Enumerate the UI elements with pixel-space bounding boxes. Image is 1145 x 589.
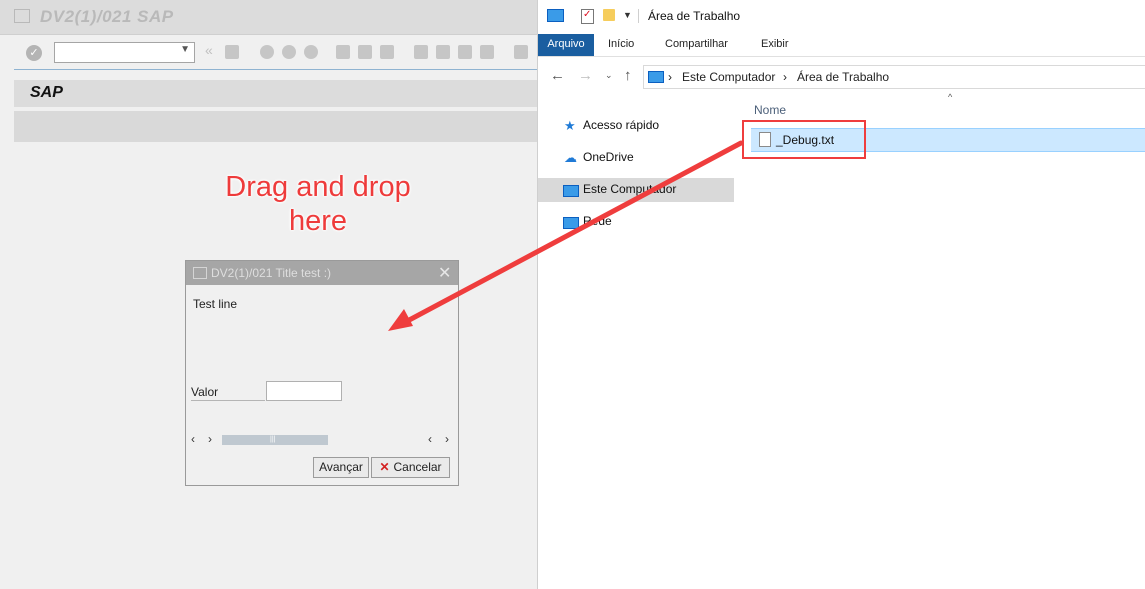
new-folder-icon[interactable] (603, 9, 615, 21)
close-icon[interactable]: ✕ (438, 263, 451, 283)
drag-drop-annotation: Drag and drop here (210, 170, 426, 238)
scrollbar-grip[interactable]: ||| (270, 436, 275, 443)
tab-compartilhar[interactable]: Compartilhar (665, 38, 728, 50)
explorer-title-bar: ✓ ▼ Área de Trabalho (538, 0, 1145, 34)
previous-page-icon[interactable] (436, 45, 450, 59)
forward-arrow-icon[interactable]: → (578, 67, 593, 84)
save-icon[interactable] (225, 45, 239, 59)
sidebar-item-label: Este Computador (583, 182, 677, 196)
annotation-line-1: Drag and drop (225, 171, 411, 203)
file-explorer-window: ✓ ▼ Área de Trabalho Arquivo Início Comp… (537, 0, 1145, 589)
sap-header-bar: SAP (14, 80, 537, 107)
ribbon-tabs: Arquivo Início Compartilhar Exibir (538, 34, 1145, 57)
computer-icon (547, 9, 564, 22)
print-icon[interactable] (336, 45, 350, 59)
address-bar[interactable]: › Este Computador › Área de Trabalho (643, 65, 1145, 89)
check-icon: ✓ (583, 9, 592, 20)
title-separator (638, 9, 639, 23)
page-title: SAP (30, 84, 63, 101)
column-header-nome[interactable]: Nome (754, 103, 786, 117)
application-toolbar (14, 111, 537, 142)
next-button[interactable]: Avançar (313, 457, 369, 478)
back-arrow-icon[interactable]: ← (550, 67, 565, 84)
sort-ascending-icon: ^ (948, 92, 953, 102)
navigation-bar: ← → ⌄ ↑ › Este Computador › Área de Trab… (538, 62, 1145, 90)
file-highlight-box (742, 120, 866, 159)
sidebar-item-label: Rede (583, 214, 612, 228)
star-icon: ★ (564, 118, 576, 133)
find-icon[interactable] (358, 45, 372, 59)
horizontal-scrollbar[interactable]: ||| (222, 435, 328, 445)
valor-label: Valor (191, 385, 265, 401)
breadcrumb-chevron-icon[interactable]: › (668, 70, 672, 84)
enter-check-icon[interactable]: ✓ (26, 45, 42, 61)
cancel-icon[interactable] (304, 45, 318, 59)
tab-exibir[interactable]: Exibir (761, 38, 789, 50)
cancel-button-label: Cancelar (393, 460, 442, 474)
scroll-left-icon[interactable]: ‹ (191, 432, 195, 446)
new-session-icon[interactable] (514, 45, 528, 59)
tab-arquivo[interactable]: Arquivo (538, 34, 594, 56)
customize-quick-access-icon[interactable]: ▼ (623, 10, 632, 20)
next-button-label: Avançar (319, 460, 363, 474)
sidebar-item-label: Acesso rápido (583, 118, 660, 132)
cancel-x-icon: ✕ (379, 460, 390, 474)
dialog-text: Test line (193, 297, 238, 311)
breadcrumb-chevron-icon[interactable]: › (783, 70, 787, 84)
up-arrow-icon[interactable]: ↑ (624, 67, 632, 84)
window-icon (193, 267, 207, 279)
explorer-title: Área de Trabalho (648, 9, 741, 23)
next-page-icon[interactable] (458, 45, 472, 59)
sidebar-item-rede[interactable]: Rede (538, 210, 734, 234)
first-page-icon[interactable] (414, 45, 428, 59)
sidebar-item-acesso-rapido[interactable]: ★ Acesso rápido (538, 114, 734, 138)
network-icon (563, 217, 579, 229)
computer-icon (563, 185, 579, 197)
breadcrumb-area-de-trabalho[interactable]: Área de Trabalho (797, 70, 889, 84)
cancel-button[interactable]: ✕ Cancelar (371, 457, 450, 478)
chevron-down-icon[interactable]: ▼ (180, 44, 190, 55)
scroll-left-icon[interactable]: ‹ (428, 432, 432, 446)
navigation-pane: ★ Acesso rápido ☁ OneDrive Este Computad… (538, 110, 734, 589)
command-field[interactable]: ▼ (54, 42, 195, 63)
window-icon (14, 9, 30, 23)
sap-popup-dialog: DV2(1)/021 Title test :) ✕ Test line Val… (185, 260, 459, 486)
back-icon[interactable] (260, 45, 274, 59)
annotation-line-2: here (288, 205, 348, 237)
sap-title-bar: DV2(1)/021 SAP (0, 0, 537, 35)
scroll-right-icon[interactable]: › (445, 432, 449, 446)
sap-window-title: DV2(1)/021 SAP (40, 7, 174, 26)
computer-icon (648, 71, 664, 83)
sidebar-item-label: OneDrive (583, 150, 634, 164)
sidebar-item-este-computador[interactable]: Este Computador (538, 178, 734, 202)
dialog-title-bar[interactable]: DV2(1)/021 Title test :) ✕ (186, 261, 458, 285)
separator-icon: « (205, 42, 213, 58)
breadcrumb-este-computador[interactable]: Este Computador (682, 70, 775, 84)
tab-inicio[interactable]: Início (608, 38, 634, 50)
sap-toolbar: ✓ ▼ « (14, 38, 537, 68)
toolbar-divider (14, 69, 537, 70)
cloud-icon: ☁ (564, 150, 577, 165)
dialog-title: DV2(1)/021 Title test :) (211, 266, 332, 280)
scroll-right-icon[interactable]: › (208, 432, 212, 446)
valor-input[interactable] (266, 381, 342, 401)
exit-icon[interactable] (282, 45, 296, 59)
last-page-icon[interactable] (480, 45, 494, 59)
sidebar-item-onedrive[interactable]: ☁ OneDrive (538, 146, 734, 170)
find-next-icon[interactable] (380, 45, 394, 59)
recent-locations-icon[interactable]: ⌄ (605, 70, 613, 81)
properties-icon[interactable]: ✓ (581, 9, 594, 24)
